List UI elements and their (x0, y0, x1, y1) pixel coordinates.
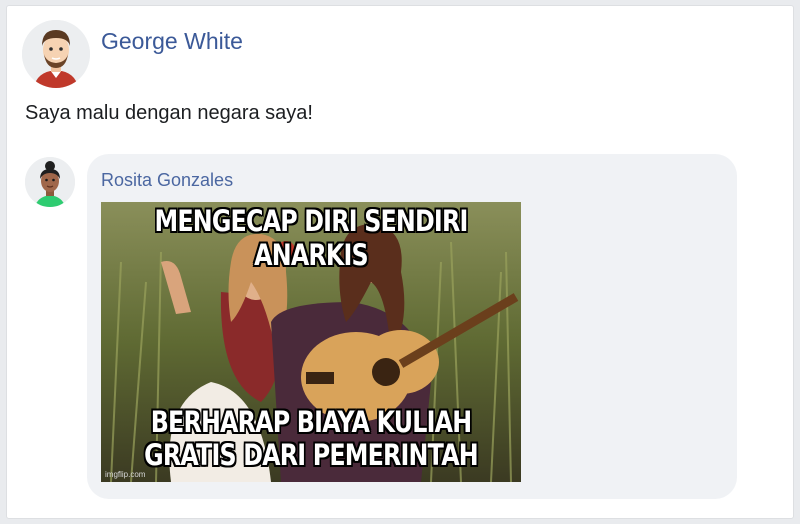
man-avatar-icon (22, 20, 90, 88)
post-card: George White Saya malu dengan negara say… (6, 5, 794, 519)
post-author-name[interactable]: George White (101, 28, 243, 55)
meme-top-text: MENGECAP DIRI SENDIRI ANARKIS (154, 204, 469, 272)
commenter-name[interactable]: Rosita Gonzales (101, 170, 233, 191)
commenter-avatar[interactable] (25, 157, 75, 207)
meme-image[interactable]: MENGECAP DIRI SENDIRI ANARKIS BERHARAP B… (101, 202, 521, 482)
comment-bubble: Rosita Gonzales MENGECAP DIRI SENDIRI AN… (87, 154, 737, 499)
meme-bottom-text: BERHARAP BIAYA KULIAH GRATIS DARI PEMERI… (144, 405, 479, 472)
meme-watermark: imgflip.com (105, 470, 146, 479)
woman-avatar-icon (25, 157, 75, 207)
post-text: Saya malu dengan negara saya! (25, 102, 313, 124)
author-avatar[interactable] (22, 20, 90, 88)
